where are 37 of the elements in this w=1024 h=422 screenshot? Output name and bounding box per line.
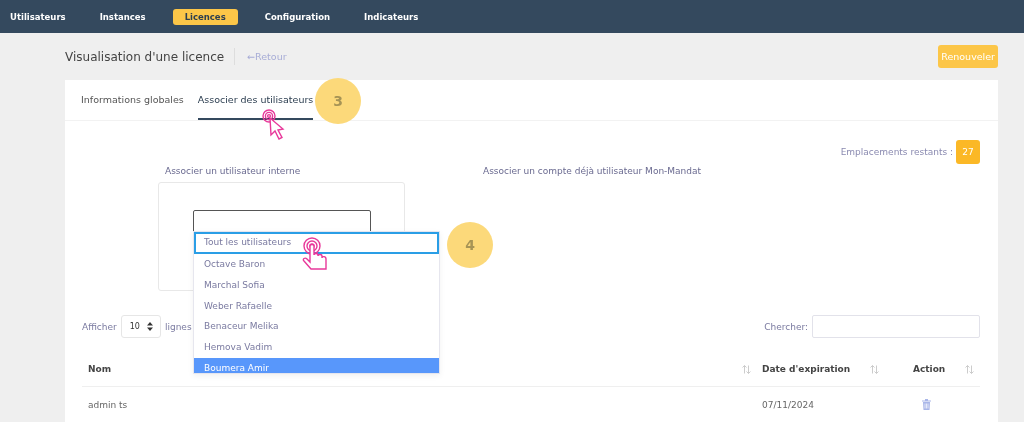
dropdown-option[interactable]: Tout les utilisateurs	[194, 232, 439, 254]
dropdown-option[interactable]: Weber Rafaelle	[194, 295, 439, 317]
show-label: Afficher	[82, 321, 117, 332]
section-label: Associer un utilisateur interne	[164, 165, 302, 178]
nav-item[interactable]: Licences	[172, 8, 238, 25]
dropdown-option[interactable]: Marchal Sofia	[194, 274, 439, 296]
nav-item[interactable]: Indicateurs	[357, 8, 426, 25]
dropdown-option[interactable]: Hemova Vadim	[194, 337, 439, 358]
nav-item[interactable]: Utilisateurs	[3, 8, 73, 25]
hand-pointer-icon	[300, 237, 328, 271]
tab[interactable]: Associer des utilisateurs	[197, 80, 314, 120]
column-header[interactable]: Date d'expiration	[762, 364, 851, 374]
rows-label: lignes	[164, 321, 192, 332]
step-badge: 3	[315, 78, 361, 124]
nav-item[interactable]: Configuration	[257, 8, 338, 25]
sort-caret-icon	[146, 322, 153, 331]
slots-label: Emplacements restants :	[840, 147, 953, 157]
slots-count-badge: 27	[956, 140, 980, 164]
trash-icon[interactable]	[922, 399, 931, 410]
sort-icon	[870, 364, 879, 374]
dropdown-option[interactable]: Octave Baron	[194, 254, 439, 275]
pointer-icon	[262, 109, 285, 140]
table-cell: 07/11/2024	[762, 399, 814, 410]
page-title: Visualisation d'une licence	[65, 49, 225, 64]
column-header[interactable]: Action	[913, 364, 946, 374]
page-size-select[interactable]: 10	[120, 315, 161, 338]
nav-item[interactable]: Instances	[92, 8, 153, 25]
sort-icon	[742, 364, 751, 374]
tab[interactable]: Informations globales	[81, 80, 184, 120]
search-label: Chercher:	[764, 321, 808, 332]
section-label: Associer un compte déjà utilisateur Mon-Mandat	[482, 165, 702, 178]
search-field[interactable]	[812, 315, 980, 338]
dropdown-option[interactable]: Benaceur Melika	[194, 316, 439, 338]
table-cell: admin ts	[88, 399, 128, 410]
step-badge: 4	[447, 222, 493, 268]
column-header[interactable]: Nom	[88, 364, 112, 374]
sort-icon	[965, 364, 974, 374]
